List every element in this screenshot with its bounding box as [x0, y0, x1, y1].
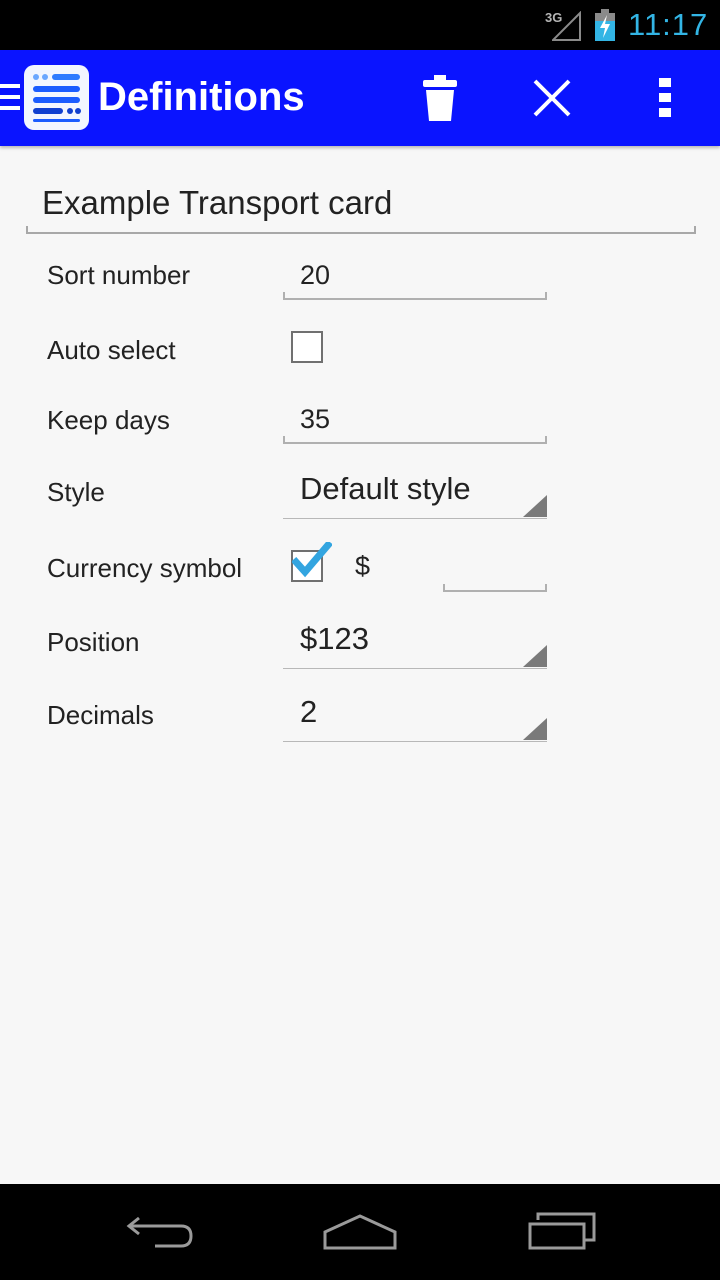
definition-form: Example Transport card Sort number 20 Au… — [0, 146, 720, 1184]
keep-days-label: Keep days — [47, 405, 170, 435]
auto-select-checkbox[interactable] — [291, 331, 323, 363]
position-label: Position — [47, 627, 140, 657]
style-label: Style — [47, 477, 105, 507]
overflow-menu-button[interactable] — [640, 50, 690, 146]
auto-select-label: Auto select — [47, 335, 176, 365]
sort-number-label: Sort number — [47, 260, 191, 290]
decimals-label: Decimals — [47, 700, 154, 730]
currency-symbol-label: Currency symbol — [47, 553, 243, 583]
sort-number-field[interactable]: 20 — [283, 260, 547, 300]
delete-button[interactable] — [410, 50, 470, 146]
keep-days-value: 35 — [300, 404, 331, 434]
recents-icon — [528, 1212, 596, 1250]
overflow-menu-icon — [659, 78, 671, 117]
name-value: Example Transport card — [42, 184, 393, 221]
back-icon — [126, 1216, 193, 1248]
name-field[interactable]: Example Transport card — [26, 180, 696, 234]
checkmark-icon — [292, 542, 332, 578]
dropdown-arrow-icon — [523, 718, 547, 740]
menu-icon[interactable] — [0, 82, 22, 112]
currency-symbol-checkbox[interactable] — [291, 542, 332, 582]
action-bar: Definitions — [0, 50, 720, 146]
page-title: Definitions — [98, 75, 305, 119]
close-button[interactable] — [520, 50, 584, 146]
navigation-bar — [0, 1184, 720, 1280]
sort-number-value: 20 — [300, 260, 331, 290]
app-logo-icon[interactable] — [24, 65, 89, 130]
position-selected: $123 — [300, 621, 369, 656]
battery-charging-icon — [595, 9, 615, 41]
close-icon — [533, 79, 571, 117]
home-icon — [323, 1214, 397, 1250]
keep-days-field[interactable]: 35 — [283, 404, 547, 444]
decimals-selected: 2 — [300, 694, 318, 729]
dropdown-arrow-icon — [523, 495, 547, 517]
position-dropdown[interactable]: $123 — [283, 619, 547, 669]
dropdown-arrow-icon — [523, 645, 547, 667]
currency-symbol-value: $ — [355, 551, 371, 581]
signal-icon — [552, 11, 581, 41]
currency-symbol-field[interactable] — [443, 552, 547, 592]
home-button[interactable] — [300, 1184, 420, 1280]
recents-button[interactable] — [502, 1184, 622, 1280]
back-button[interactable] — [100, 1184, 220, 1280]
delete-icon — [423, 75, 457, 121]
clock: 11:17 — [628, 7, 709, 42]
style-dropdown[interactable]: Default style — [283, 469, 547, 519]
status-bar: 3G 11:17 — [0, 0, 720, 50]
style-selected: Default style — [300, 471, 471, 506]
decimals-dropdown[interactable]: 2 — [283, 692, 547, 742]
